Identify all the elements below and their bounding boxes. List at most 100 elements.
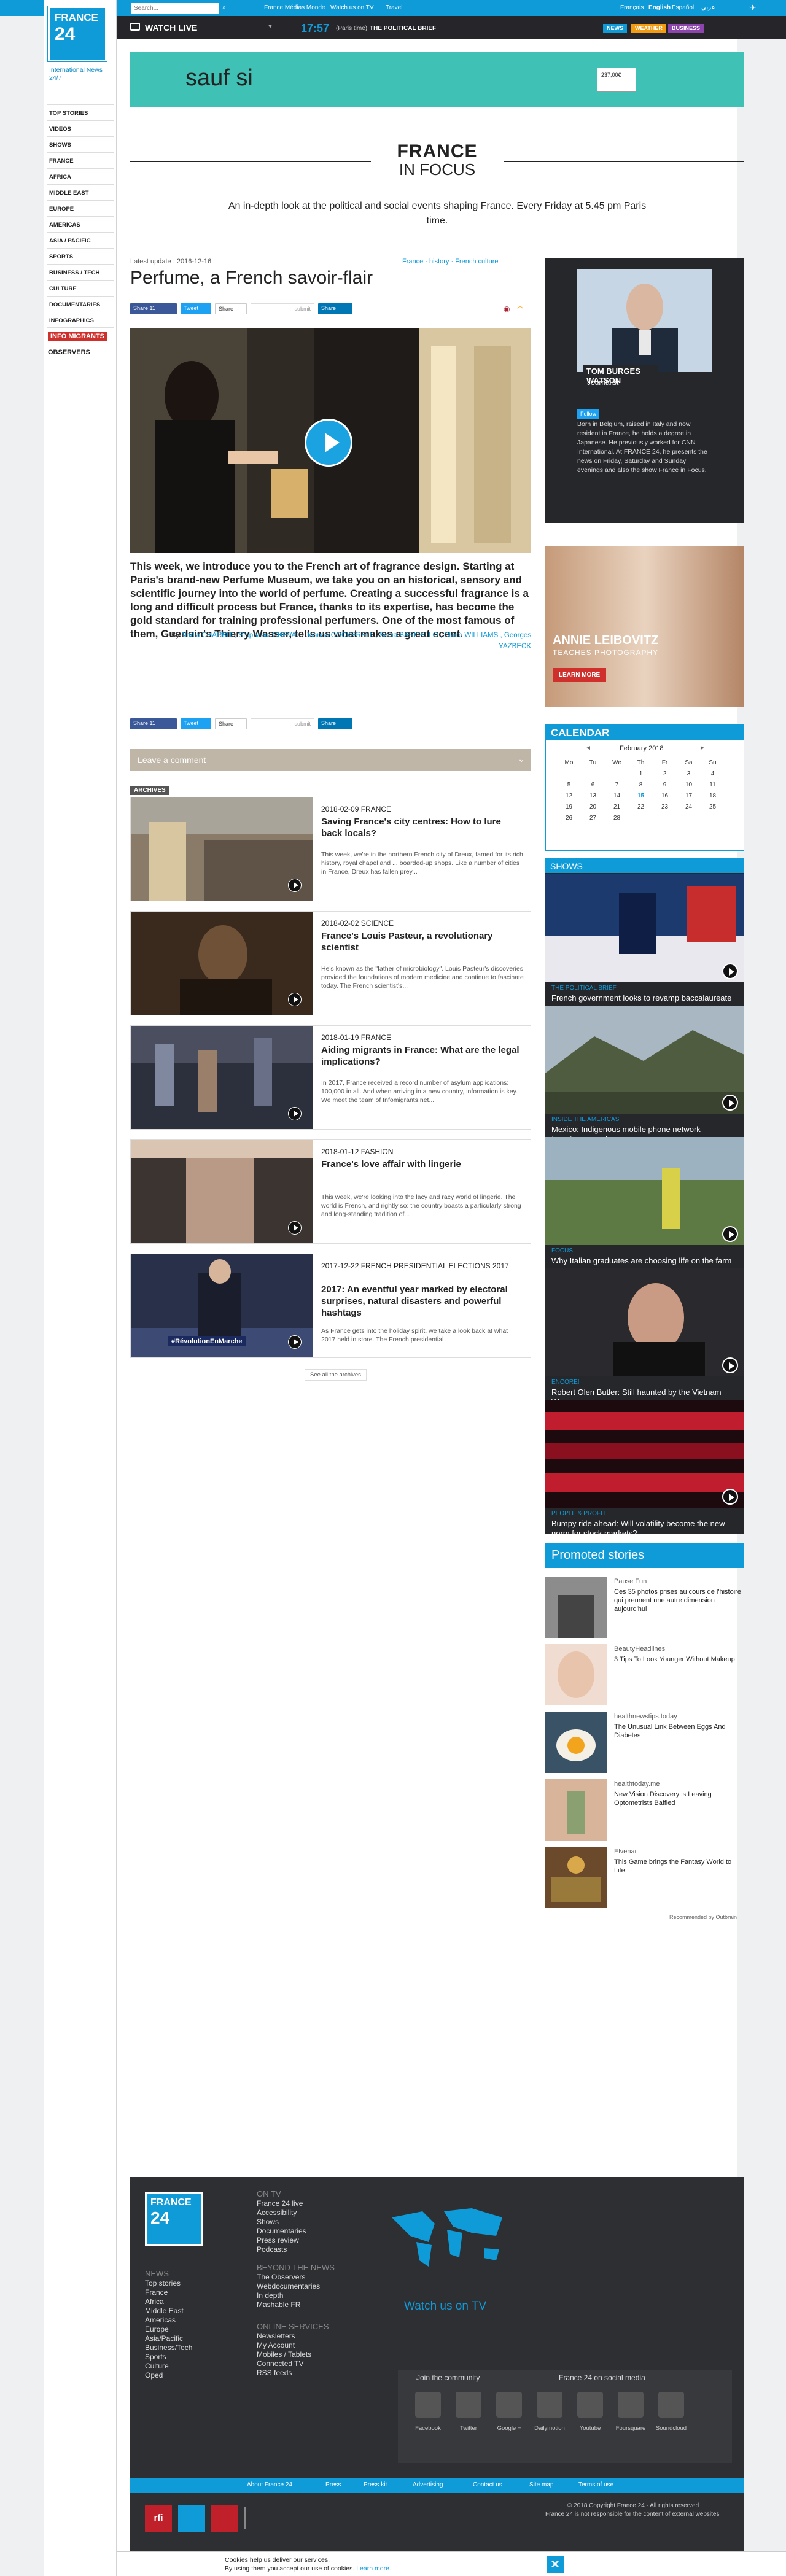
author-link[interactable]: Nadia CHARBIT [181,632,233,639]
chevron-down-icon[interactable]: ▼ [267,23,273,30]
cookie-close-button[interactable]: ✕ [547,2556,564,2573]
footer-link[interactable]: Press kit [364,2481,387,2488]
footer-logo[interactable]: FRANCE 24 [145,2192,203,2246]
ramadan-icon[interactable]: ✈ [749,2,757,13]
sidebar-item-culture[interactable]: CULTURE [47,280,114,296]
footer-link[interactable]: RSS feeds [257,2368,311,2378]
next-month-button[interactable]: ► [699,745,706,751]
author-link[interactable]: Georges YAZBECK [499,632,531,650]
show-category[interactable]: ENCORE! [551,1379,580,1386]
calendar-day[interactable]: 25 [701,801,725,812]
play-button[interactable] [288,879,302,892]
footer-link[interactable]: Mobiles / Tablets [257,2350,311,2359]
google-share-button[interactable]: Share [215,718,247,729]
sidebar-item-americas[interactable]: AMERICAS [47,216,114,232]
calendar-day[interactable] [629,812,653,823]
footer-link[interactable]: Webdocumentaries [257,2282,320,2291]
nav-link-fmm[interactable]: France Médias Monde [264,4,325,11]
calendar-day[interactable]: 26 [557,812,581,823]
sidebar-item-europe[interactable]: EUROPE [47,200,114,216]
footer-link[interactable]: Oped [145,2371,192,2380]
footer-link[interactable]: My Account [257,2341,311,2350]
play-button[interactable] [288,1107,302,1120]
archive-item[interactable]: 2018-02-02 SCIENCE France's Louis Pasteu… [130,911,531,1015]
footer-link[interactable]: Top stories [145,2279,192,2288]
calendar-day[interactable]: 20 [581,801,605,812]
sidebar-item-videos[interactable]: VIDEOS [47,120,114,136]
france24-logo[interactable]: FRANCE 24 [48,6,107,61]
lang-ar[interactable]: عربي [701,4,715,11]
footer-link[interactable]: Contact us [473,2481,502,2488]
footer-link[interactable]: Mashable FR [257,2300,320,2310]
calendar-day[interactable] [701,812,725,823]
promoted-item[interactable]: Elvenar This Game brings the Fantasy Wor… [545,1847,744,1908]
calendar-day[interactable] [677,812,701,823]
play-button[interactable] [722,1095,738,1111]
breadcrumb-history[interactable]: history [429,258,449,265]
side-ad[interactable]: ANNIE LEIBOVITZ TEACHES PHOTOGRAPHY LEAR… [545,546,744,707]
learn-more-button[interactable]: LEARN MORE [553,668,607,682]
calendar-day[interactable]: 9 [653,779,677,790]
footer-link[interactable]: Terms of use [578,2481,613,2488]
facebook-share-button[interactable]: Share 11 [130,303,177,314]
promoted-title[interactable]: New Vision Discovery is Leaving Optometr… [614,1790,743,1807]
article-video-thumbnail[interactable] [130,328,531,553]
archive-title[interactable]: Aiding migrants in France: What are the … [321,1044,524,1068]
stumble-submit-button[interactable]: submit [251,303,314,314]
calendar-day[interactable]: 4 [701,768,725,779]
mcd-logo[interactable] [211,2505,238,2532]
footer-link[interactable]: Documentaries [257,2227,306,2236]
facebook-icon[interactable] [415,2392,441,2418]
footer-link[interactable]: In depth [257,2291,320,2300]
france24-small-logo[interactable] [178,2505,205,2532]
calendar-day[interactable]: 22 [629,801,653,812]
calendar-day[interactable]: 13 [581,790,605,801]
youtube-icon[interactable] [577,2392,603,2418]
google-plus-icon[interactable] [496,2392,522,2418]
leave-comment-button[interactable]: Leave a comment ⌄ [130,749,531,771]
promoted-item[interactable]: BeautyHeadlines 3 Tips To Look Younger W… [545,1644,744,1705]
author-link[interactable]: Joanna COCKERELL [306,632,373,639]
promoted-item[interactable]: Pause Fun Ces 35 photos prises au cours … [545,1577,744,1638]
soundcloud-icon[interactable] [658,2392,684,2418]
cookie-learn-more-link[interactable]: Learn more. [356,2565,391,2572]
google-share-button[interactable]: Share [215,303,247,314]
promoted-item[interactable]: healthtoday.me New Vision Discovery is L… [545,1779,744,1841]
archive-item[interactable]: #RévolutionEnMarche 2017-12-22 FRENCH PR… [130,1254,531,1358]
lang-es[interactable]: Español [672,4,694,11]
promoted-title[interactable]: The Unusual Link Between Eggs And Diabet… [614,1723,743,1740]
show-title[interactable]: Bumpy ride ahead: Will volatility become… [551,1519,736,1538]
calendar-day[interactable] [605,768,629,779]
calendar-day[interactable]: 5 [557,779,581,790]
archive-title[interactable]: France's love affair with lingerie [321,1158,524,1170]
lang-en[interactable]: English [648,4,671,11]
calendar-day[interactable]: 21 [605,801,629,812]
footer-link[interactable]: Shows [257,2217,306,2227]
sidebar-item-top-stories[interactable]: TOP STORIES [47,104,114,120]
dailymotion-icon[interactable] [537,2392,562,2418]
footer-link[interactable]: Advertising [413,2481,443,2488]
calendar-day[interactable]: 28 [605,812,629,823]
watch-live-link[interactable]: WATCH LIVE [145,23,197,33]
footer-link[interactable]: About France 24 [247,2481,292,2488]
linkedin-share-button[interactable]: Share [318,303,352,314]
calendar-day[interactable]: 7 [605,779,629,790]
footer-link[interactable]: Sports [145,2353,192,2362]
france-medias-monde-logo[interactable] [244,2507,271,2529]
play-button[interactable] [722,1357,738,1373]
promoted-title[interactable]: This Game brings the Fantasy World to Li… [614,1858,743,1875]
calendar-day[interactable]: 8 [629,779,653,790]
calendar-day[interactable]: 24 [677,801,701,812]
footer-link[interactable]: France [145,2288,192,2297]
nav-link-watch-tv[interactable]: Watch us on TV [330,4,374,11]
archive-title[interactable]: 2017: An eventful year marked by elector… [321,1284,524,1319]
footer-link[interactable]: Americas [145,2316,192,2325]
promoted-title[interactable]: 3 Tips To Look Younger Without Makeup [614,1655,743,1664]
outbrain-credit[interactable]: Recommended by Outbrain [669,1914,737,1920]
prev-month-button[interactable]: ◄ [585,745,591,751]
footer-link[interactable]: Africa [145,2297,192,2306]
rss-icon[interactable]: ◠ [517,305,523,313]
sidebar-item-business-tech[interactable]: BUSINESS / TECH [47,264,114,280]
footer-link[interactable]: Asia/Pacific [145,2334,192,2343]
footer-link[interactable]: Business/Tech [145,2343,192,2353]
